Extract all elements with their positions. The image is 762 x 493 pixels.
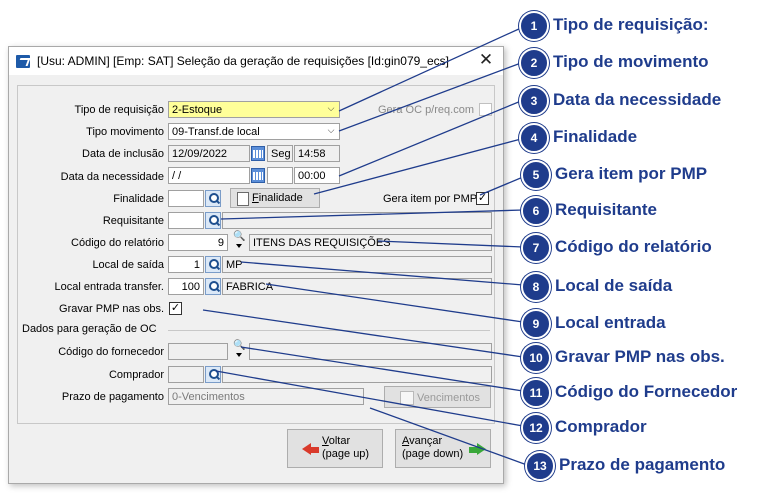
callout-badge: 13 [525,451,555,481]
callout-label: Código do relatório [555,237,712,256]
callout-badge: 2 [519,48,549,78]
leader-line-12 [215,370,524,427]
callout-badge: 1 [519,11,549,41]
leader-line-3 [338,100,522,177]
callout-label: Gravar PMP nas obs. [555,347,725,366]
leader-line-9 [265,283,524,323]
leader-line-10 [202,309,524,358]
leader-line-2 [338,62,522,132]
callout-badge: 11 [521,378,551,408]
callout-label: Código do Fornecedor [555,382,738,401]
leader-line-13 [369,407,528,466]
callout-badge: 7 [521,233,551,263]
callout-badge: 3 [519,86,549,116]
callout-badge: 4 [519,123,549,153]
callout-label: Finalidade [553,127,638,146]
callout-label: Local entrada [555,313,666,332]
callout-label: Prazo de pagamento [559,455,726,474]
callout-badge: 9 [521,309,551,339]
callout-badge: 12 [521,413,551,443]
leader-line-7 [377,240,524,248]
callout-label: Comprador [555,417,647,436]
callout-label: Data da necessidade [553,90,722,109]
callout-label: Tipo de movimento [553,52,709,71]
callout-label: Tipo de requisição: [553,15,709,34]
leader-line-11 [240,346,524,392]
callout-label: Gera item por PMP [555,164,708,183]
callout-badge: 6 [521,196,551,226]
callout-label: Local de saída [555,276,673,295]
callout-badge: 8 [521,272,551,302]
callout-badge: 5 [521,160,551,190]
callout-badge: 10 [521,343,551,373]
leader-line-4 [313,138,522,195]
leader-line-1 [338,27,522,112]
leader-line-8 [240,261,524,286]
leader-line-6 [220,209,524,220]
callout-label: Requisitante [555,200,658,219]
leader-line-5 [479,176,524,196]
